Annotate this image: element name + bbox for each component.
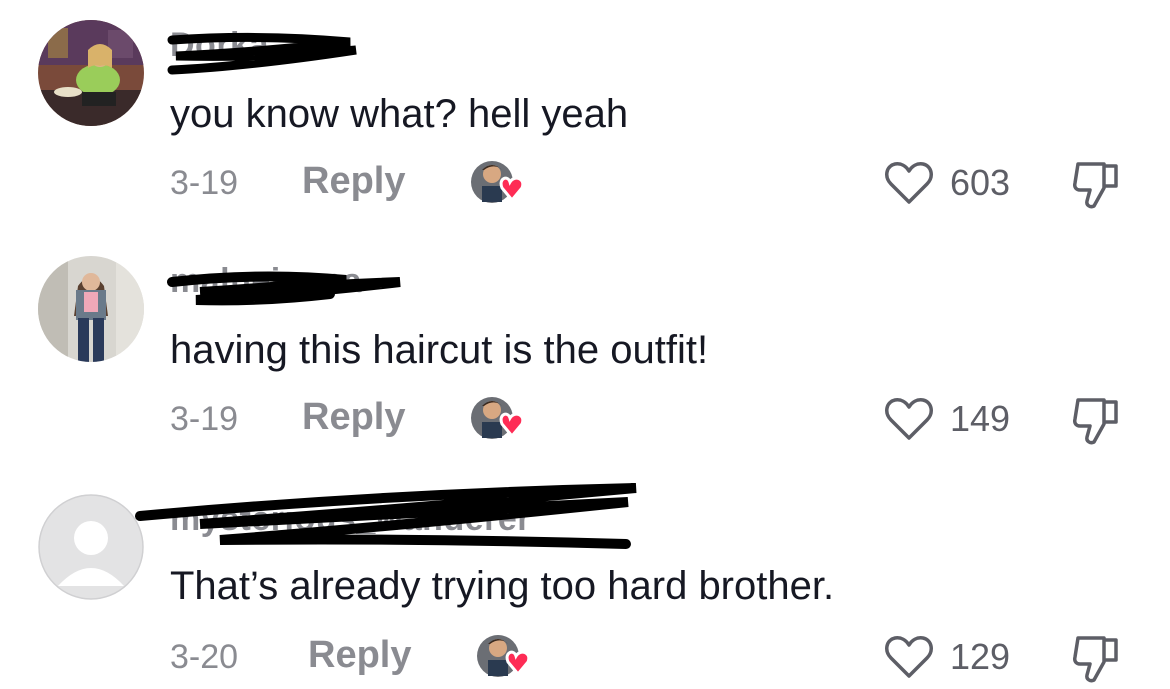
default-avatar-icon	[38, 494, 144, 600]
like-count: 603	[950, 162, 1011, 203]
comment-text: That’s already trying too hard brother.	[170, 564, 835, 608]
thumbs-down-icon	[1073, 162, 1118, 209]
heart-outline-icon	[885, 636, 933, 678]
avatar[interactable]	[38, 256, 144, 362]
comment-item: mysterious_wanderer That’s already tryin…	[0, 472, 1170, 689]
username[interactable]: malnejuana	[170, 262, 362, 301]
heart-outline-icon	[885, 398, 933, 440]
username[interactable]: Dorka	[170, 26, 269, 65]
reply-button[interactable]: Reply	[302, 396, 405, 439]
avatar[interactable]	[38, 494, 144, 600]
dislike-button[interactable]	[1072, 158, 1124, 212]
liked-by-creator-badge	[470, 394, 526, 444]
thumbs-down-icon	[1073, 636, 1118, 683]
username[interactable]: mysterious_wanderer	[170, 500, 531, 539]
comment-text: having this haircut is the outfit!	[170, 328, 709, 372]
avatar[interactable]	[38, 20, 144, 126]
comment-text: you know what? hell yeah	[170, 92, 629, 136]
heart-outline-icon	[885, 162, 933, 204]
liked-by-creator-badge	[470, 158, 526, 208]
like-button[interactable]: 129	[884, 632, 1010, 682]
like-count: 129	[950, 636, 1011, 677]
like-button[interactable]: 149	[884, 394, 1010, 444]
dislike-button[interactable]	[1072, 632, 1124, 686]
reply-button[interactable]: Reply	[302, 160, 405, 203]
comment-date: 3-19	[170, 400, 239, 438]
reply-button[interactable]: Reply	[308, 634, 411, 677]
comment-item: Dorka you know what? hell yeah 3-19 Repl…	[0, 0, 1170, 236]
comment-item: malnejuana having this haircut is the ou…	[0, 236, 1170, 472]
liked-by-creator-badge	[476, 632, 532, 682]
thumbs-down-icon	[1073, 398, 1118, 445]
like-button[interactable]: 603	[884, 158, 1010, 208]
comment-date: 3-20	[170, 638, 239, 676]
like-count: 149	[950, 398, 1011, 439]
dislike-button[interactable]	[1072, 394, 1124, 448]
comment-date: 3-19	[170, 164, 239, 202]
